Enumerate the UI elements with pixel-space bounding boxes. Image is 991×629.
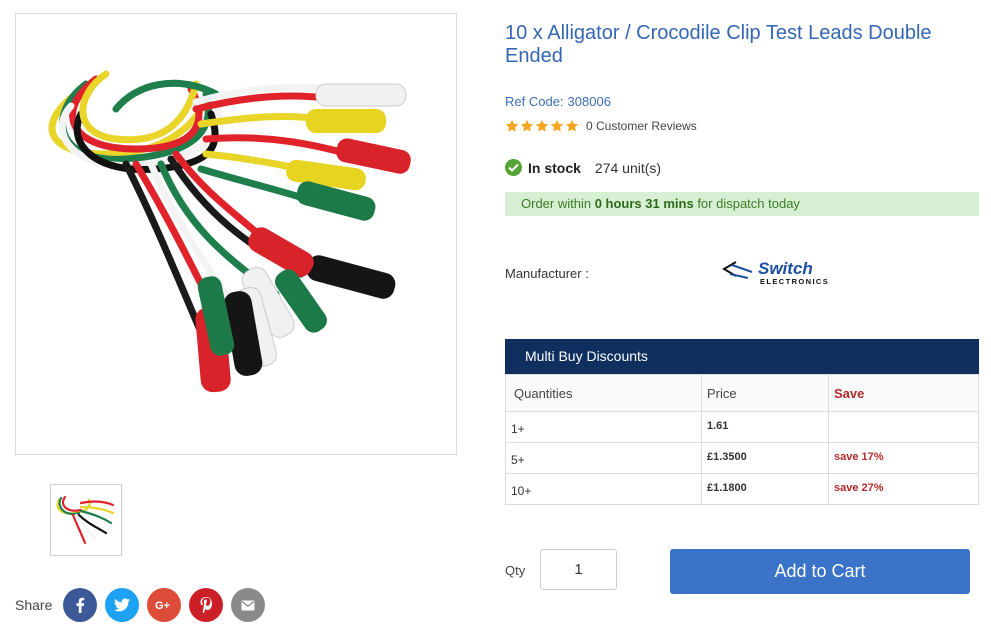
star-icon xyxy=(565,119,579,132)
pinterest-icon xyxy=(200,597,213,613)
multi-buy-heading: Multi Buy Discounts xyxy=(505,339,979,374)
quantities-header: Quantities xyxy=(505,374,702,412)
save-cell xyxy=(828,411,979,443)
thumbnail-image xyxy=(56,495,115,545)
pinterest-share-button[interactable] xyxy=(189,588,224,622)
star-icon xyxy=(550,119,564,132)
quantity-cell: 5+ xyxy=(505,442,702,474)
dispatch-prefix: Order within xyxy=(521,196,592,211)
manufacturer-logo[interactable]: Switch ELECTRONICS xyxy=(722,256,842,290)
star-icon xyxy=(535,119,549,132)
product-thumbnail[interactable] xyxy=(50,484,122,556)
price-cell: 1.61 xyxy=(701,411,829,443)
svg-text:G+: G+ xyxy=(155,600,170,611)
save-cell: save 17% xyxy=(828,442,979,474)
twitter-icon xyxy=(114,598,131,612)
ref-code: Ref Code: 308006 xyxy=(505,94,611,109)
rating: 0 Customer Reviews xyxy=(505,119,697,133)
switch-electronics-logo: Switch ELECTRONICS xyxy=(722,259,829,286)
price-cell: £1.3500 xyxy=(701,442,829,474)
star-icon xyxy=(505,119,519,132)
price-cell: £1.1800 xyxy=(701,473,829,505)
stock-units: 274 unit(s) xyxy=(594,159,662,176)
svg-text:ELECTRONICS: ELECTRONICS xyxy=(760,277,829,286)
crocodile-clip-leads-image xyxy=(48,70,411,393)
customer-reviews-link[interactable]: 0 Customer Reviews xyxy=(586,119,697,133)
qty-label: Qty xyxy=(505,563,526,578)
facebook-share-button[interactable] xyxy=(63,588,98,622)
quantity-input[interactable] xyxy=(540,549,617,590)
ref-code-label: Ref Code: xyxy=(505,94,564,109)
facebook-icon xyxy=(76,597,85,613)
share-bar: Share G+ xyxy=(15,588,273,622)
save-header: Save xyxy=(828,374,979,412)
dispatch-notice: Order within 0 hours 31 mins for dispatc… xyxy=(505,192,979,216)
stock-info: In stock 274 unit(s) xyxy=(505,159,661,176)
product-title: 10 x Alligator / Crocodile Clip Test Lea… xyxy=(505,22,932,67)
price-header: Price xyxy=(701,374,829,412)
table-row: 5+ £1.3500 save 17% xyxy=(505,442,979,474)
product-main-image[interactable] xyxy=(15,13,457,455)
google-plus-icon: G+ xyxy=(155,600,170,611)
dispatch-countdown: 0 hours 31 mins xyxy=(594,196,694,211)
table-row: 10+ £1.1800 save 27% xyxy=(505,473,979,505)
svg-text:Switch: Switch xyxy=(758,259,813,278)
twitter-share-button[interactable] xyxy=(105,588,140,622)
star-icon xyxy=(520,119,534,132)
quantity-cell: 1+ xyxy=(505,411,702,443)
check-circle-icon xyxy=(505,159,522,176)
multi-buy-table: Quantities Price Save 1+ 1.61 5+ £1.3500… xyxy=(505,374,979,505)
quantity-cell: 10+ xyxy=(505,473,702,505)
dispatch-suffix: for dispatch today xyxy=(697,196,800,211)
star-rating xyxy=(505,119,580,133)
google-plus-share-button[interactable]: G+ xyxy=(147,588,182,622)
table-row: 1+ 1.61 xyxy=(505,411,979,443)
email-share-button[interactable] xyxy=(231,588,266,622)
share-label: Share xyxy=(15,597,53,613)
ref-code-value: 308006 xyxy=(567,94,611,109)
email-icon xyxy=(241,600,255,610)
add-to-cart-button[interactable]: Add to Cart xyxy=(670,549,970,594)
manufacturer-label: Manufacturer : xyxy=(505,266,589,281)
save-cell: save 27% xyxy=(828,473,979,505)
stock-status: In stock xyxy=(528,159,581,176)
table-header-row: Quantities Price Save xyxy=(505,374,979,412)
